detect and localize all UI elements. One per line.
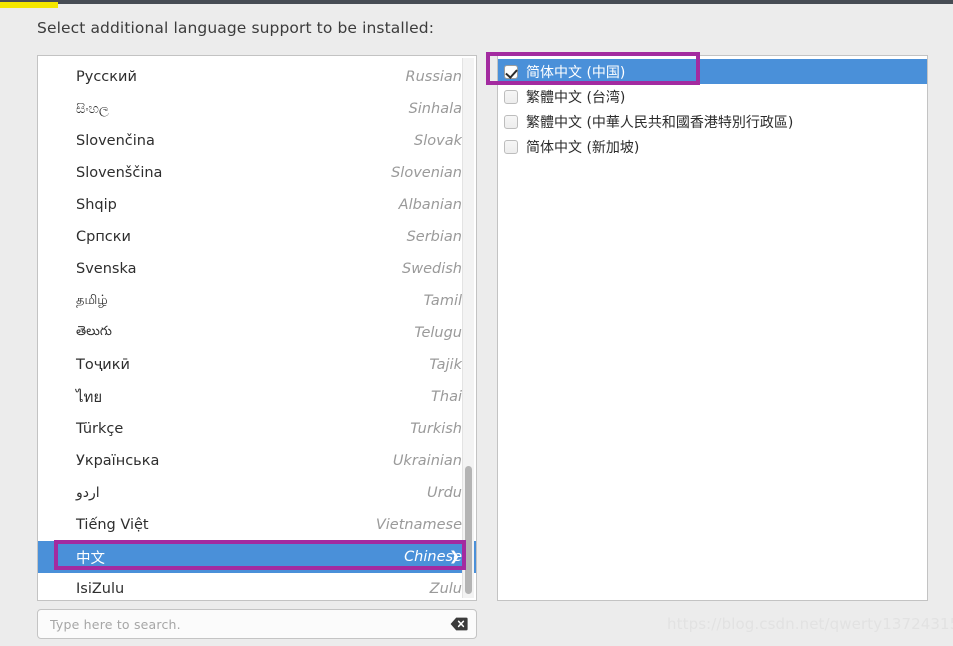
language-native-name: Тоҷикӣ [76,357,130,373]
language-native-name: Slovenčina [76,133,155,149]
clear-search-icon[interactable] [450,617,468,631]
language-english-name: Swedish [402,261,462,277]
language-list-item[interactable]: TürkçeTurkish❯ [38,413,476,445]
language-list-item[interactable]: SvenskaSwedish❯ [38,253,476,285]
language-list-scrollbar[interactable] [462,58,474,598]
language-native-name: ไทย [76,388,103,406]
language-english-name: Albanian [398,197,462,213]
language-english-name: Thai [431,389,462,405]
language-native-name: Slovenščina [76,165,163,181]
locale-label: 简体中文 (新加坡) [526,139,640,156]
locale-list-item[interactable]: 繁體中文 (台湾) [498,84,927,109]
language-native-name: Shqip [76,197,117,213]
language-english-name: Slovenian [391,165,462,181]
language-english-name: Vietnamese [375,517,462,533]
top-window-bar [0,0,953,4]
language-english-name: Serbian [406,229,462,245]
language-native-name: اردو [76,485,100,501]
scrollbar-thumb[interactable] [465,466,472,594]
language-english-name: Sinhala [408,101,462,117]
language-list-item[interactable]: IsiZuluZulu❯ [38,573,476,600]
locale-label: 简体中文 (中国) [526,64,626,81]
language-list-item[interactable]: УкраїнськаUkrainian❯ [38,445,476,477]
language-list-item[interactable]: 中文 Chinese ❯ [38,541,476,573]
language-native-name: සිංහල [76,101,109,117]
search-input[interactable] [50,616,450,632]
language-native-name: IsiZulu [76,581,125,597]
language-native-name: Tiếng Việt [76,517,149,533]
language-list-item[interactable]: සිංහලSinhala❯ [38,93,476,125]
checkbox-unchecked-icon[interactable] [504,139,518,154]
language-native-name: తెలుగు [76,324,112,339]
language-native-name: Українська [76,453,160,469]
language-list-panel[interactable]: РусскийRussian❯සිංහලSinhala❯SlovenčinaSl… [37,55,477,601]
language-native-name: 中文 [76,550,105,567]
language-english-name: Turkish [410,421,462,437]
page-title: Select additional language support to be… [37,19,435,37]
locale-list-item[interactable]: 繁體中文 (中華人民共和國香港特別行政區) [498,109,927,134]
locale-label: 繁體中文 (中華人民共和國香港特別行政區) [526,114,794,131]
language-list-item[interactable]: Tiếng ViệtVietnamese❯ [38,509,476,541]
locale-list-panel[interactable]: 简体中文 (中国) 繁體中文 (台湾) 繁體中文 (中華人民共和國香港特別行政區) 简… [497,55,928,601]
language-english-name: Tamil [423,293,462,309]
language-list-item[interactable]: తెలుగుTelugu❯ [38,317,476,349]
yellow-highlight-marker [0,2,58,8]
language-native-name: தமிழ் [76,293,108,308]
language-native-name: Svenska [76,261,137,277]
language-english-name: Tajik [429,357,462,373]
locale-label: 繁體中文 (台湾) [526,89,626,106]
language-list-item[interactable]: SlovenčinaSlovak❯ [38,125,476,157]
watermark: https://blog.csdn.net/qwerty1372431588 [667,615,953,633]
language-english-name: Slovak [414,133,462,149]
language-native-name: Русский [76,69,137,85]
language-list-item[interactable]: ShqipAlbanian❯ [38,189,476,221]
language-list-item[interactable]: اردوUrdu❯ [38,477,476,509]
language-english-name: Urdu [427,485,462,501]
locale-list-item[interactable]: 简体中文 (新加坡) [498,134,927,159]
language-list-item[interactable]: ТоҷикӣTajik❯ [38,349,476,381]
search-box[interactable] [37,609,477,639]
language-english-name: Ukrainian [392,453,462,469]
locale-rows: 简体中文 (中国) 繁體中文 (台湾) 繁體中文 (中華人民共和國香港特別行政區) 简… [498,59,927,159]
checkbox-unchecked-icon[interactable] [504,114,518,129]
language-english-name: Zulu [429,581,462,597]
language-list-item[interactable]: ไทยThai❯ [38,381,476,413]
locale-list-item[interactable]: 简体中文 (中国) [498,59,927,84]
language-list-item[interactable]: СрпскиSerbian❯ [38,221,476,253]
language-english-name: Russian [405,69,462,85]
checkbox-unchecked-icon[interactable] [504,89,518,104]
language-native-name: Türkçe [76,421,124,437]
language-list-item[interactable]: SlovenščinaSlovenian❯ [38,157,476,189]
language-english-name: Telugu [414,325,462,341]
language-list-item[interactable]: தமிழ்Tamil❯ [38,285,476,317]
language-list-item[interactable]: РусскийRussian❯ [38,61,476,93]
checkbox-checked-icon[interactable] [504,64,518,79]
chevron-right-icon: ❯ [449,549,460,565]
language-rows: РусскийRussian❯සිංහලSinhala❯SlovenčinaSl… [38,56,476,600]
language-native-name: Српски [76,229,131,245]
